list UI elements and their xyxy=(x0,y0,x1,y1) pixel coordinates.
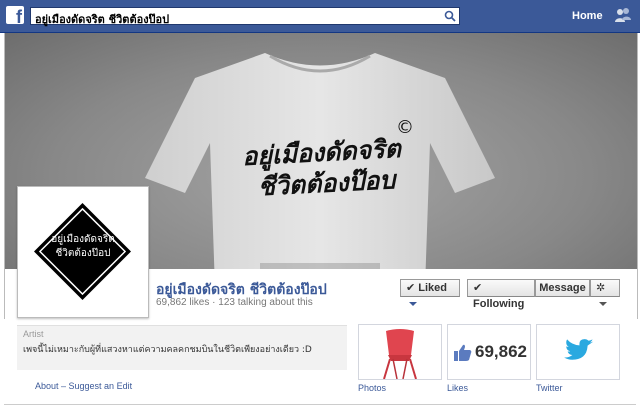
likes-count: 69,862 xyxy=(475,342,527,361)
twitter-label[interactable]: Twitter xyxy=(536,383,563,393)
home-link[interactable]: Home xyxy=(572,10,603,22)
liked-label: Liked xyxy=(418,282,448,294)
profile-picture[interactable]: อยู่เมืองดัดจริต ชีวิตต้องป๊อป xyxy=(17,186,149,318)
profile-picture-text: อยู่เมืองดัดจริต ชีวิตต้องป๊อป xyxy=(18,233,148,261)
settings-dropdown[interactable]: ✲ xyxy=(590,279,620,307)
message-label: Message xyxy=(539,282,586,294)
likes-label[interactable]: Likes xyxy=(447,383,468,393)
friends-icon[interactable] xyxy=(614,7,632,23)
following-button[interactable]: ✔ Following xyxy=(467,279,535,310)
chevron-down-icon xyxy=(599,302,607,307)
chair-photo xyxy=(359,325,441,380)
twitter-tile[interactable] xyxy=(536,324,620,380)
top-nav-bar: f อยู่เมืองดัดจริต ชีวิตต้องป๊อป Home xyxy=(0,0,640,33)
search-query: อยู่เมืองดัดจริต ชีวิตต้องป๊อป xyxy=(35,13,170,26)
twitter-bird-icon xyxy=(564,339,594,360)
profile-text-line-2: ชีวิตต้องป๊อป xyxy=(55,248,111,259)
profile-text-line-1: อยู่เมืองดัดจริต xyxy=(51,234,115,245)
page-stats: 69,862 likes · 123 talking about this xyxy=(156,297,313,308)
facebook-logo[interactable]: f xyxy=(6,6,24,24)
t-shirt-slogan: อยู่เมืองดัดจริต ชีวิตต้องป๊อบ xyxy=(241,133,403,203)
search-icon[interactable] xyxy=(444,10,456,22)
chevron-down-icon xyxy=(409,302,417,307)
photos-tile[interactable] xyxy=(358,324,442,380)
following-label: Following xyxy=(473,298,525,310)
about-links[interactable]: About – Suggest an Edit xyxy=(35,381,132,391)
check-icon: ✔ xyxy=(406,282,416,294)
message-button[interactable]: Message xyxy=(535,279,590,297)
check-icon: ✔ xyxy=(473,282,483,294)
search-input[interactable]: อยู่เมืองดัดจริต ชีวิตต้องป๊อป xyxy=(30,7,460,26)
gear-icon: ✲ xyxy=(596,282,606,294)
page-description: เพจนี้ไม่เหมาะกับผู้ที่แสวงหาแต่ความคลคก… xyxy=(23,345,312,355)
copyright-mark: © xyxy=(396,117,414,138)
liked-button[interactable]: ✔ Liked xyxy=(400,279,460,307)
photos-label[interactable]: Photos xyxy=(358,383,386,393)
action-button-group: ✔ Following Message ✲ xyxy=(467,279,620,310)
likes-tile[interactable]: 69,862 xyxy=(447,324,531,380)
divider xyxy=(4,404,636,405)
page-category: Artist xyxy=(23,329,44,339)
thumbs-up-icon xyxy=(454,344,472,361)
about-box: Artist เพจนี้ไม่เหมาะกับผู้ที่แสวงหาแต่ค… xyxy=(17,325,347,370)
